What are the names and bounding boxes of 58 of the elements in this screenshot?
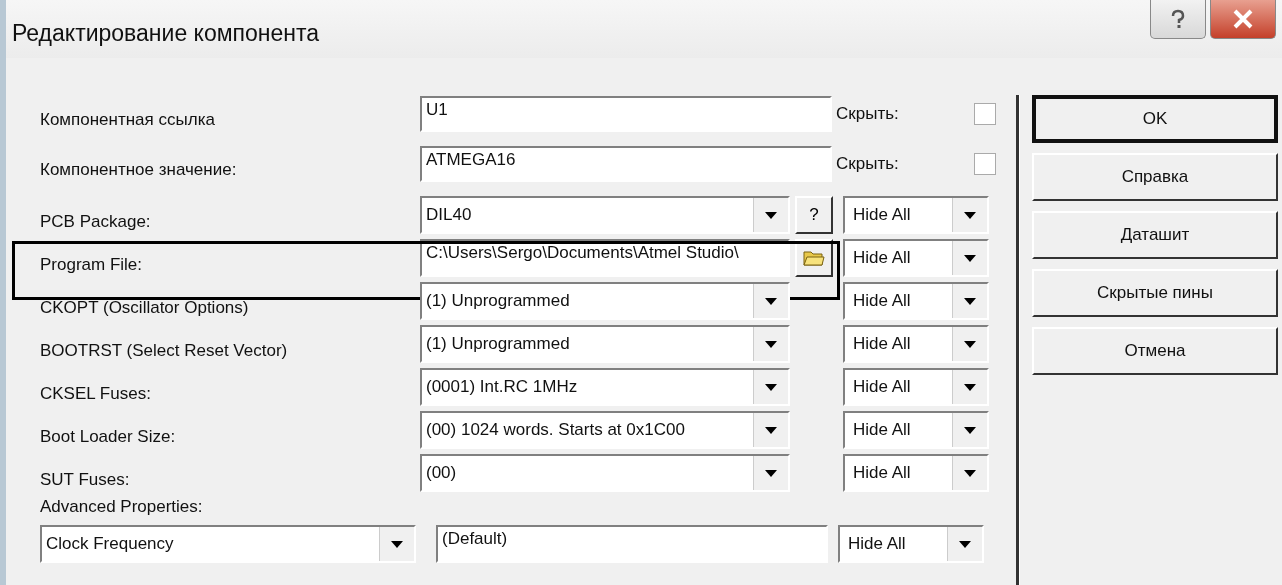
checkbox[interactable] xyxy=(974,153,996,175)
checkbox[interactable] xyxy=(974,103,996,125)
window-title: Редактирование компонента xyxy=(12,20,320,47)
caret-icon xyxy=(964,426,976,434)
dropdown[interactable]: (1) Unprogrammed xyxy=(420,282,790,320)
section-label: Advanced Properties: xyxy=(40,497,204,517)
dropdown[interactable]: (1) Unprogrammed xyxy=(420,325,790,363)
caret-icon xyxy=(765,383,777,391)
hide-label: Скрыть: xyxy=(835,154,900,174)
dialog-button[interactable]: Даташит xyxy=(1032,211,1278,259)
visibility-dropdown[interactable]: Hide All xyxy=(843,325,989,363)
field-label: Boot Loader Size: xyxy=(40,427,177,448)
text-field[interactable]: (Default) xyxy=(436,525,828,563)
dialog-button[interactable]: Справка xyxy=(1032,153,1278,201)
help-button[interactable] xyxy=(1150,0,1206,39)
caret-icon xyxy=(765,211,777,219)
text-field[interactable]: U1 xyxy=(420,96,832,132)
caret-icon xyxy=(964,211,976,219)
dialog-button[interactable]: Отмена xyxy=(1032,327,1278,375)
visibility-dropdown[interactable]: Hide All xyxy=(843,368,989,406)
caret-icon xyxy=(959,540,971,548)
caret-icon xyxy=(765,297,777,305)
caret-icon xyxy=(964,340,976,348)
caret-icon xyxy=(765,340,777,348)
dropdown[interactable]: (0001) Int.RC 1MHz xyxy=(420,368,790,406)
folder-icon xyxy=(803,249,825,267)
visibility-dropdown[interactable]: Hide All xyxy=(843,282,989,320)
field-label: Program File: xyxy=(40,255,144,276)
hide-label: Скрыть: xyxy=(835,104,900,124)
caret-icon xyxy=(964,469,976,477)
visibility-dropdown[interactable]: Hide All xyxy=(843,411,989,449)
visibility-dropdown[interactable]: Hide All xyxy=(838,525,984,563)
field-label: CKSEL Fuses: xyxy=(40,384,152,405)
caret-icon xyxy=(765,469,777,477)
caret-icon xyxy=(391,540,403,548)
dropdown[interactable]: DIL40 xyxy=(420,196,790,234)
caret-icon xyxy=(964,254,976,262)
help-button[interactable]: ? xyxy=(795,196,833,234)
field-label: BOOTRST (Select Reset Vector) xyxy=(40,341,289,362)
close-icon xyxy=(1232,9,1254,29)
caret-icon xyxy=(964,297,976,305)
dropdown[interactable]: (00) xyxy=(420,454,790,492)
text-field[interactable]: ATMEGA16 xyxy=(420,146,832,182)
field-label: SUT Fuses: xyxy=(40,470,131,491)
field-label: Компонентное значение: xyxy=(40,160,238,181)
close-button[interactable] xyxy=(1210,0,1276,39)
field-label: CKOPT (Oscillator Options) xyxy=(40,298,250,319)
property-dropdown[interactable]: Clock Frequency xyxy=(40,525,416,563)
dialog-button[interactable]: Скрытые пины xyxy=(1032,269,1278,317)
dropdown[interactable]: (00) 1024 words. Starts at 0x1C00 xyxy=(420,411,790,449)
caret-icon xyxy=(964,383,976,391)
caret-icon xyxy=(765,426,777,434)
visibility-dropdown[interactable]: Hide All xyxy=(843,239,989,277)
field-label: PCB Package: xyxy=(40,212,152,233)
visibility-dropdown[interactable]: Hide All xyxy=(843,196,989,234)
dialog-button[interactable]: OK xyxy=(1032,95,1278,143)
visibility-dropdown[interactable]: Hide All xyxy=(843,454,989,492)
field-label: Компонентная ссылка xyxy=(40,110,216,131)
